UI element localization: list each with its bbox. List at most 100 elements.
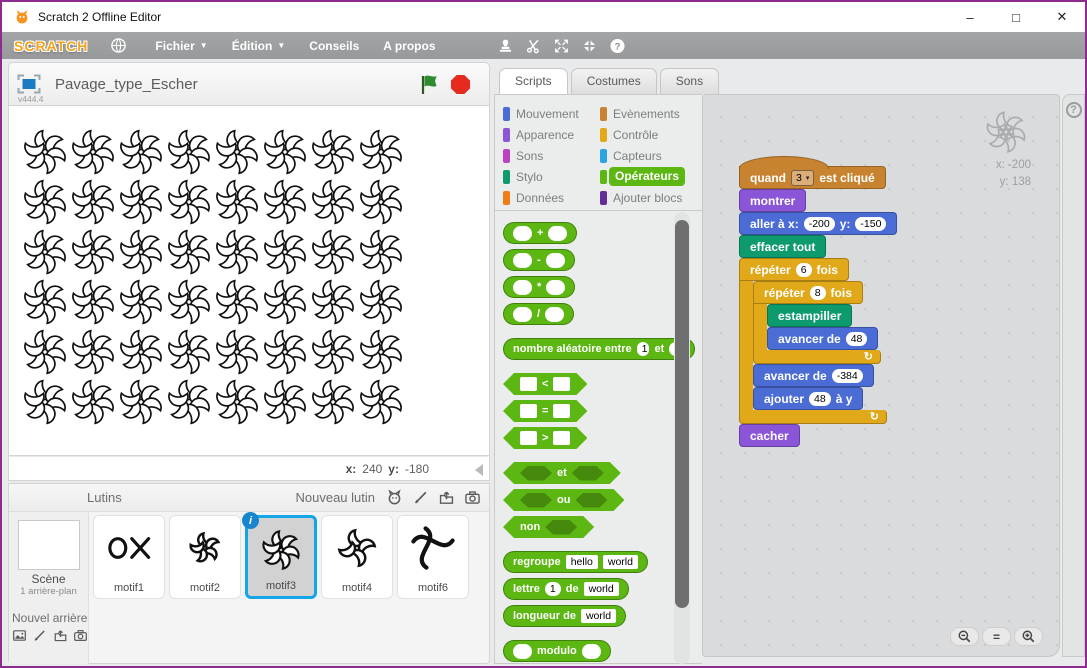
less-than-block[interactable]: < — [503, 373, 587, 395]
paintbrush-icon[interactable] — [412, 489, 429, 506]
menu-item-a-propos[interactable]: A propos — [373, 35, 445, 57]
paintbrush-icon[interactable] — [32, 628, 47, 645]
menu-item-fichier[interactable]: Fichier▼ — [145, 35, 217, 57]
tab-sons[interactable]: Sons — [660, 68, 719, 94]
number-field[interactable]: 6 — [796, 263, 812, 277]
sprite-tile-motif1[interactable]: motif1 — [93, 515, 165, 599]
number-field[interactable]: -200 — [804, 217, 835, 231]
modulo-block[interactable]: modulo — [503, 640, 611, 662]
stamp-icon[interactable] — [497, 37, 514, 54]
minimize-button[interactable]: – — [947, 2, 993, 32]
help-icon[interactable]: ? — [1066, 102, 1082, 118]
number-field[interactable]: -150 — [855, 217, 886, 231]
scissors-icon[interactable] — [525, 37, 542, 54]
boolean-slot[interactable] — [572, 466, 604, 481]
rect-slot[interactable] — [520, 431, 537, 445]
new-sprite-library-icon[interactable] — [386, 489, 403, 506]
text-field[interactable]: world — [603, 555, 638, 569]
sprite-tile-motif4[interactable]: motif4 — [321, 515, 393, 599]
language-globe-icon[interactable] — [110, 37, 127, 54]
length-of-block[interactable]: longueur deworld — [503, 605, 626, 627]
help-icon[interactable]: ? — [609, 37, 626, 54]
scratch-logo[interactable]: SCRATCH — [14, 38, 88, 54]
project-title[interactable]: Pavage_type_Escher — [55, 76, 198, 93]
not-block[interactable]: non — [503, 516, 594, 538]
boolean-slot[interactable] — [520, 493, 552, 508]
close-button[interactable]: ✕ — [1039, 2, 1085, 32]
equals-block[interactable]: = — [503, 400, 587, 422]
clear-block[interactable]: effacer tout — [739, 235, 826, 258]
number-field[interactable]: 1 — [545, 582, 561, 596]
rect-slot[interactable] — [520, 377, 537, 391]
sprite-info-badge[interactable]: i — [242, 512, 259, 529]
stop-icon[interactable] — [450, 74, 471, 95]
palette-scrollbar-thumb[interactable] — [675, 220, 689, 608]
number-field[interactable]: 1 — [637, 342, 650, 356]
oval-slot[interactable] — [513, 644, 532, 659]
divide-block[interactable]: / — [503, 303, 574, 325]
stage-canvas[interactable] — [8, 106, 490, 456]
picture-icon[interactable] — [12, 628, 27, 645]
text-field[interactable]: hello — [566, 555, 598, 569]
boolean-slot[interactable] — [520, 466, 552, 481]
add-block[interactable]: + — [503, 222, 577, 244]
c-block-header[interactable]: répéter8fois — [753, 281, 863, 304]
sprite-tile-motif6[interactable]: motif6 — [397, 515, 469, 599]
shrink-icon[interactable] — [581, 37, 598, 54]
oval-slot[interactable] — [513, 226, 532, 241]
number-field[interactable]: 48 — [846, 332, 868, 346]
category-opérateurs[interactable]: Opérateurs — [600, 166, 685, 187]
rect-slot[interactable] — [553, 404, 570, 418]
hide-block[interactable]: cacher — [739, 424, 800, 447]
and-block[interactable]: et — [503, 462, 621, 484]
dropdown-field[interactable]: 3▾ — [791, 170, 814, 186]
green-flag-icon[interactable] — [419, 74, 441, 96]
tab-costumes[interactable]: Costumes — [571, 68, 657, 94]
zoom-reset-button[interactable]: = — [982, 627, 1011, 646]
change-y-block[interactable]: ajouter48à y — [753, 387, 863, 410]
script-area[interactable]: x: -200 y: 138 quand3▾est cliquémontrera… — [702, 94, 1060, 657]
upload-icon[interactable] — [438, 489, 455, 506]
repeat-8-block[interactable]: répéter8foisestampilleravancer de48↻ — [753, 281, 881, 364]
stage-thumbnail[interactable] — [18, 520, 80, 570]
rect-slot[interactable] — [553, 431, 570, 445]
number-field[interactable]: 8 — [810, 286, 826, 300]
boolean-slot[interactable] — [575, 493, 607, 508]
rect-slot[interactable] — [553, 377, 570, 391]
c-block-header[interactable]: répéter6fois — [739, 258, 849, 281]
oval-slot[interactable] — [513, 280, 532, 295]
category-stylo[interactable]: Stylo — [503, 166, 579, 187]
random-block[interactable]: nombre aléatoire entre1et10 — [503, 338, 695, 360]
or-block[interactable]: ou — [503, 489, 624, 511]
category-capteurs[interactable]: Capteurs — [600, 145, 685, 166]
category-apparence[interactable]: Apparence — [503, 124, 579, 145]
camera-icon[interactable] — [464, 489, 481, 506]
menu-item-conseils[interactable]: Conseils — [299, 35, 369, 57]
category-contrôle[interactable]: Contrôle — [600, 124, 685, 145]
oval-slot[interactable] — [546, 280, 565, 295]
panel-collapse-arrow-icon[interactable] — [475, 464, 483, 476]
text-field[interactable]: world — [584, 582, 619, 596]
category-ajouter-blocs[interactable]: Ajouter blocs — [600, 187, 685, 208]
zoom-out-button[interactable] — [950, 627, 979, 646]
fullscreen-icon[interactable] — [17, 74, 41, 94]
when-clicked-hat[interactable]: quand3▾est cliqué — [739, 166, 886, 189]
oval-slot[interactable] — [513, 253, 532, 268]
letter-of-block[interactable]: lettre1deworld — [503, 578, 629, 600]
help-panel-strip[interactable]: ? — [1062, 94, 1085, 657]
subtract-block[interactable]: - — [503, 249, 575, 271]
sprite-tile-motif2[interactable]: motif2 — [169, 515, 241, 599]
goto-xy-block[interactable]: aller à x:-200y:-150 — [739, 212, 897, 235]
category-sons[interactable]: Sons — [503, 145, 579, 166]
category-mouvement[interactable]: Mouvement — [503, 103, 579, 124]
tab-scripts[interactable]: Scripts — [499, 68, 568, 94]
show-block[interactable]: montrer — [739, 189, 806, 212]
repeat-6-block[interactable]: répéter6foisrépéter8foisestampilleravanc… — [739, 258, 887, 424]
oval-slot[interactable] — [545, 307, 564, 322]
rect-slot[interactable] — [520, 404, 537, 418]
text-field[interactable]: world — [581, 609, 616, 623]
category-données[interactable]: Données — [503, 187, 579, 208]
move-back-block[interactable]: avancer de-384 — [753, 364, 874, 387]
grow-icon[interactable] — [553, 37, 570, 54]
camera-icon[interactable] — [73, 628, 88, 645]
